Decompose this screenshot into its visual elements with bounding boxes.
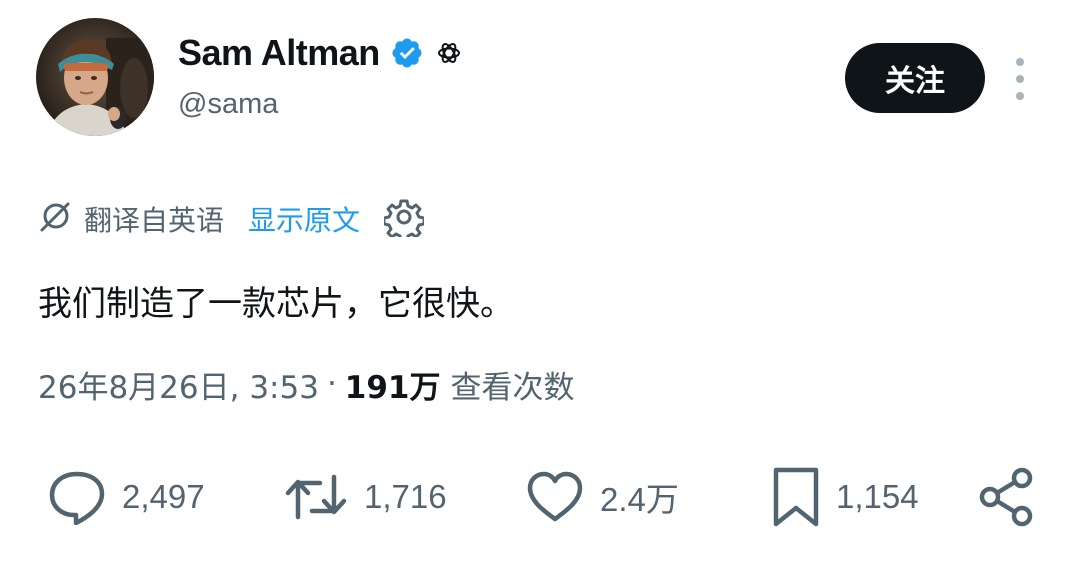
translation-bar: 翻译自英语 显示原文 — [38, 196, 426, 243]
more-vertical-icon[interactable] — [1008, 58, 1032, 100]
follow-button[interactable]: 关注 — [845, 43, 985, 113]
verified-badge-icon[interactable] — [390, 36, 424, 70]
views-label: 查看次数 — [450, 369, 575, 406]
timestamp[interactable]: 26年8月26日, 3:53 — [38, 362, 319, 407]
views-count: 191万 — [344, 369, 441, 406]
show-original-link[interactable]: 显示原文 — [248, 199, 360, 239]
openai-logo-icon[interactable] — [436, 40, 462, 66]
like-count: 2.4万 — [600, 481, 679, 518]
bookmark-icon — [773, 467, 819, 527]
gear-icon[interactable] — [360, 197, 426, 243]
bookmark-count: 1,154 — [836, 478, 919, 515]
avatar[interactable] — [36, 18, 154, 136]
avatar-photo — [36, 18, 154, 136]
retweet-button[interactable]: 1,716 — [282, 462, 447, 532]
tweet-meta: 26年8月26日, 3:53 · 191万 查看次数 — [38, 360, 575, 408]
retweet-count: 1,716 — [364, 478, 447, 515]
heart-icon — [527, 471, 583, 522]
more-dot — [1016, 58, 1024, 66]
share-button[interactable] — [978, 462, 1038, 532]
share-icon — [979, 467, 1033, 527]
author-handle[interactable]: @sama — [178, 88, 278, 121]
author-name-row: Sam Altman — [178, 30, 462, 76]
tweet-text: 我们制造了一款芯片，它很快。 — [38, 284, 514, 324]
translated-from-label: 翻译自英语 — [84, 204, 225, 237]
bookmark-button[interactable]: 1,154 — [770, 462, 919, 532]
reply-icon — [49, 471, 105, 525]
more-dot — [1016, 75, 1024, 83]
translate-icon — [38, 200, 72, 238]
reply-count: 2,497 — [122, 478, 205, 515]
more-dot — [1016, 92, 1024, 100]
meta-separator: · — [326, 366, 337, 402]
action-bar: 2,497 1,716 2.4万 1,154 — [0, 462, 1080, 532]
reply-button[interactable]: 2,497 — [46, 462, 205, 532]
author-display-name[interactable]: Sam Altman — [178, 32, 380, 74]
retweet-icon — [285, 474, 347, 520]
like-button[interactable]: 2.4万 — [524, 462, 679, 532]
